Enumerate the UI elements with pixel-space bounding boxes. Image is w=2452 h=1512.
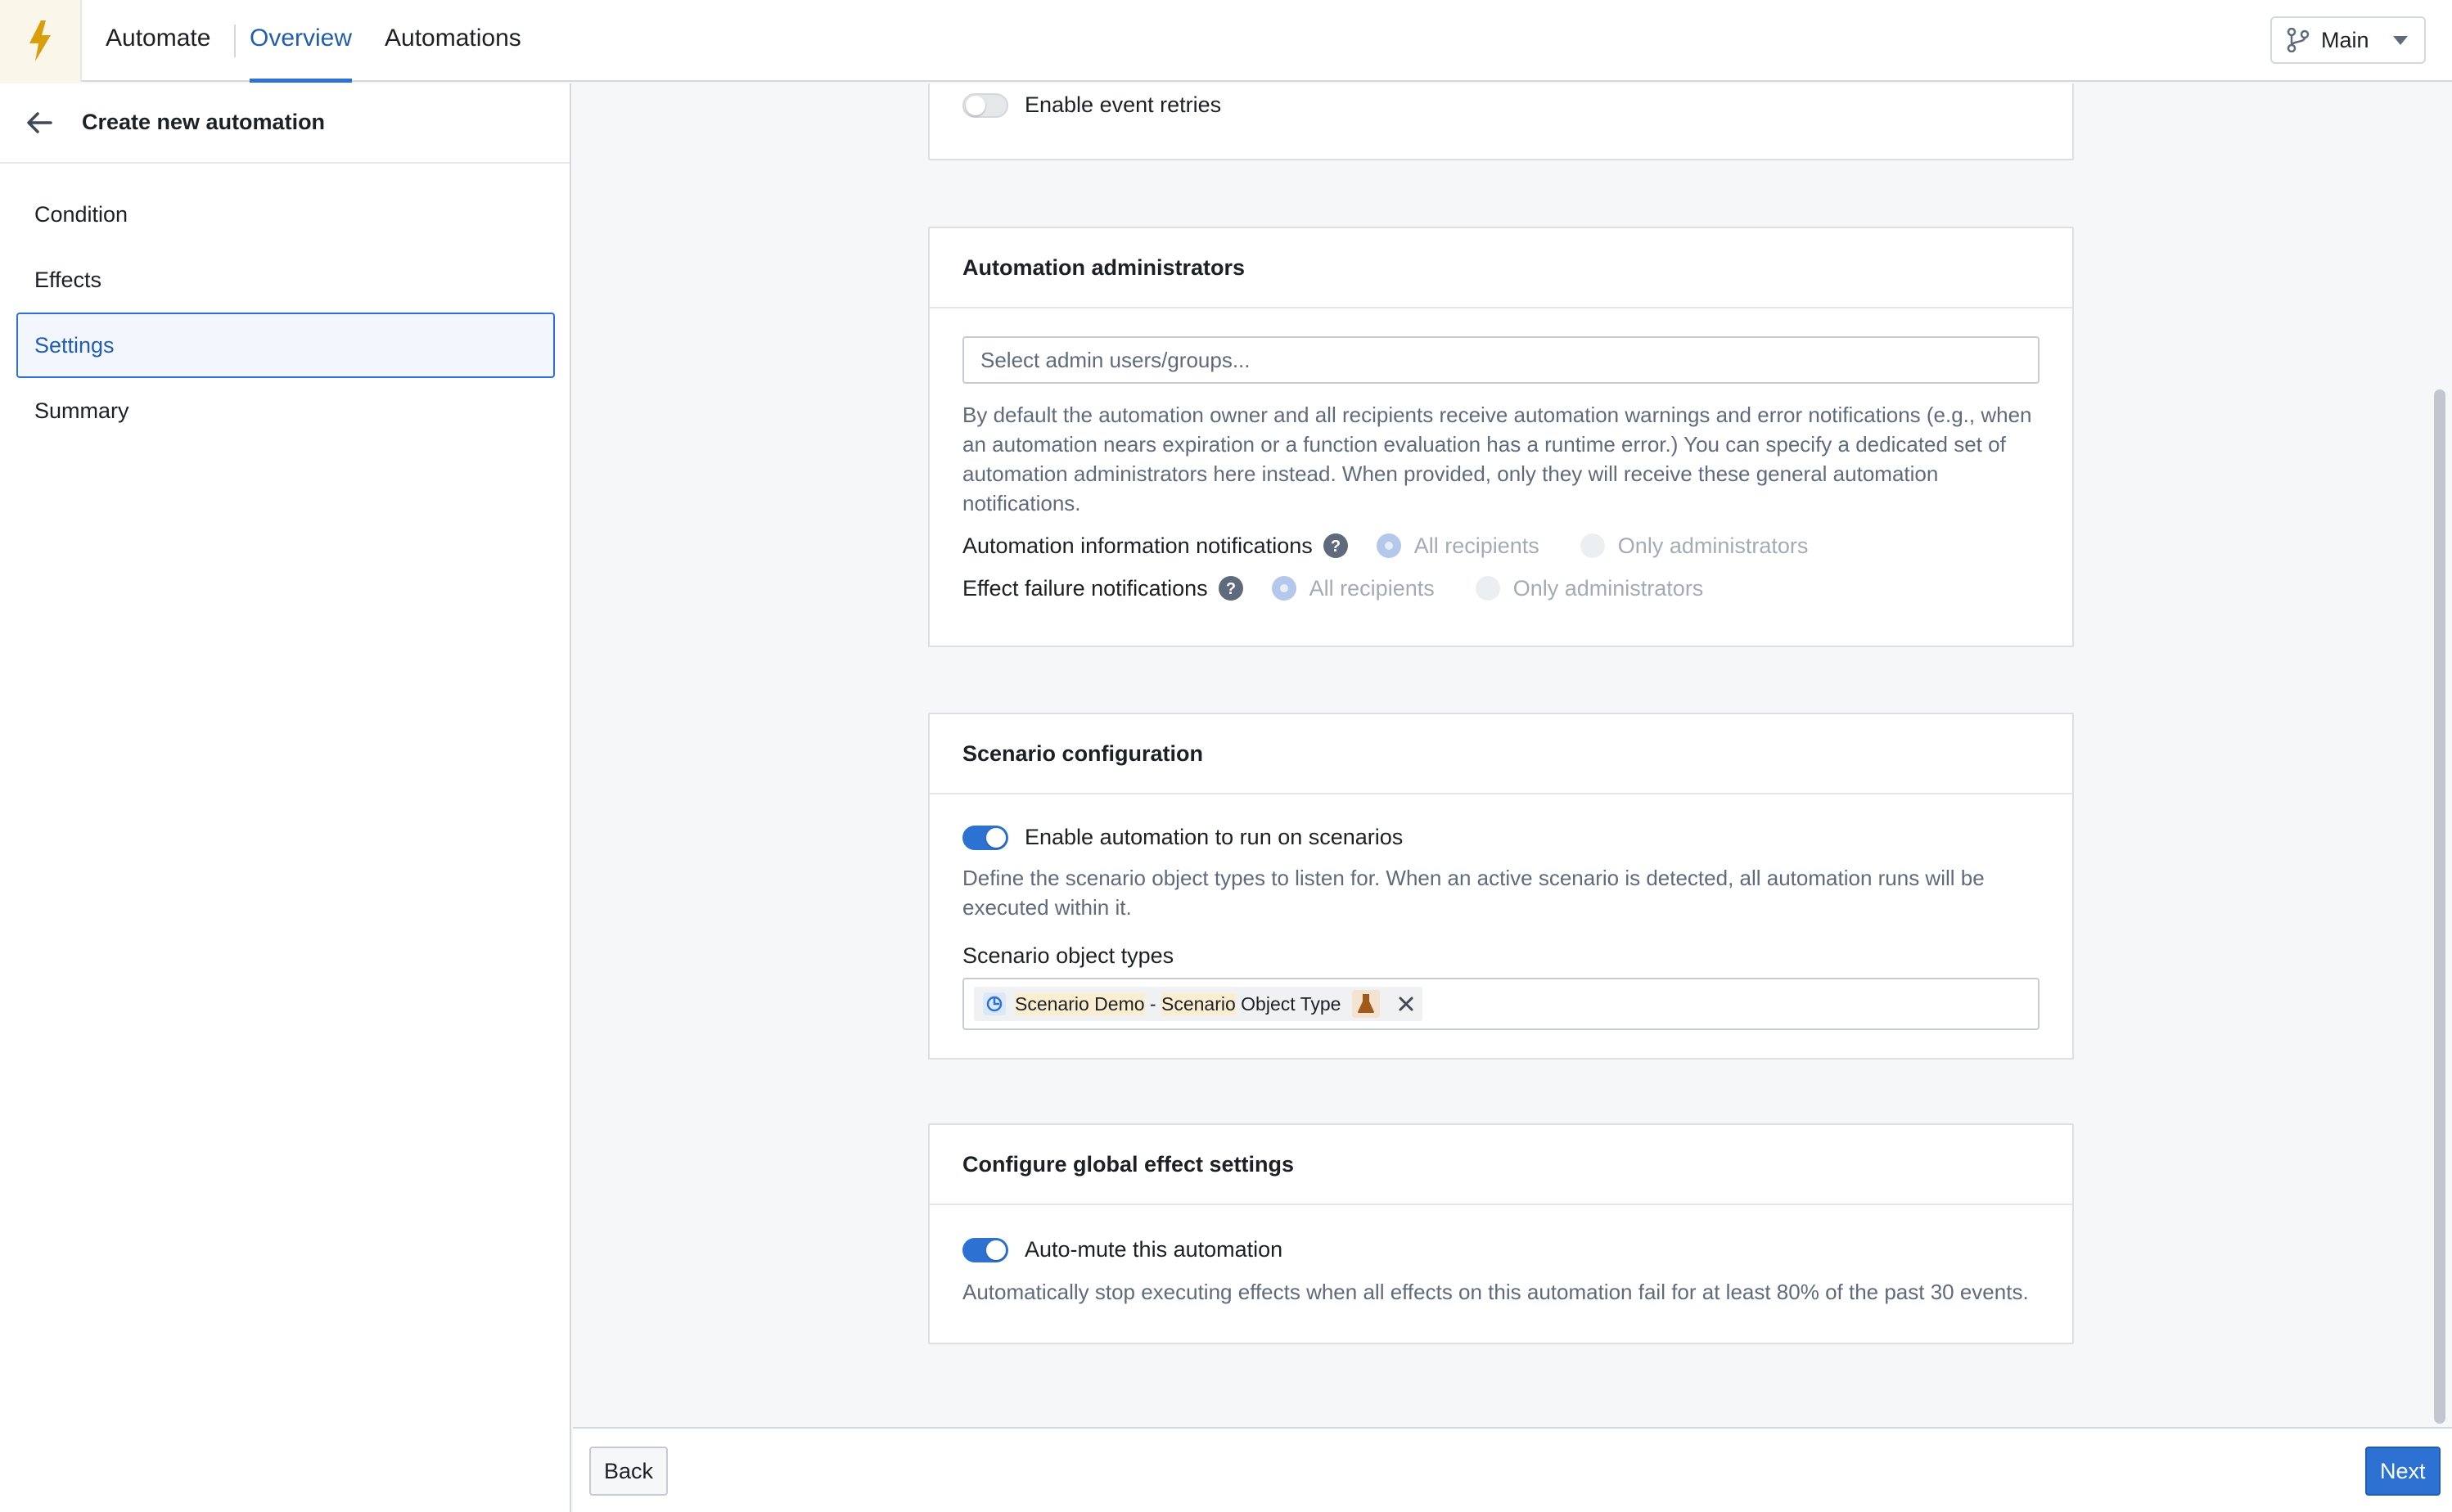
git-branch-icon	[2287, 28, 2310, 52]
svg-text:?: ?	[1226, 580, 1236, 598]
scenario-toggle[interactable]	[962, 826, 1008, 850]
tab-overview[interactable]: Overview	[250, 25, 353, 83]
global-effect-card: Configure global effect settings Auto-mu…	[928, 1123, 2074, 1344]
sidebar: Create new automation Condition Effects …	[0, 83, 571, 1512]
top-bar: Automate Overview Automations Main	[0, 0, 2452, 83]
object-type-icon	[983, 992, 1006, 1015]
failure-all-recipients-label: All recipients	[1309, 575, 1435, 601]
flask-icon	[1352, 990, 1381, 1018]
sidebar-item-settings[interactable]: Settings	[16, 313, 555, 378]
remove-tag-icon[interactable]	[1398, 996, 1414, 1012]
failure-all-recipients-radio[interactable]	[1271, 576, 1296, 601]
scenario-card: Scenario configuration Enable automation…	[928, 713, 2074, 1060]
effect-failure-row: Effect failure notifications ? All recip…	[962, 574, 1703, 603]
footer-bar: Back Next	[573, 1427, 2452, 1512]
auto-mute-label: Auto-mute this automation	[1025, 1237, 1283, 1262]
admins-card-title: Automation administrators	[930, 228, 2072, 308]
scenario-toggle-label: Enable automation to run on scenarios	[1025, 825, 1404, 849]
info-only-admins-label: Only administrators	[1617, 533, 1809, 558]
info-all-recipients-radio[interactable]	[1376, 533, 1401, 558]
app-logo[interactable]	[0, 0, 82, 82]
sidebar-item-summary[interactable]: Summary	[16, 378, 555, 443]
failure-only-admins-radio[interactable]	[1475, 576, 1500, 601]
tag-text-separator: -	[1144, 992, 1161, 1015]
sidebar-item-condition[interactable]: Condition	[16, 182, 555, 247]
info-notifications-label: Automation information notifications	[962, 533, 1313, 558]
svg-text:?: ?	[1331, 538, 1341, 556]
event-retries-label: Enable event retries	[1025, 92, 1222, 117]
tab-automations[interactable]: Automations	[385, 25, 521, 52]
tag-text-part2: Scenario	[1161, 992, 1236, 1015]
event-retries-toggle[interactable]	[962, 93, 1008, 118]
tag-text-part3: Object Type	[1235, 992, 1341, 1015]
back-button[interactable]: Back	[589, 1447, 669, 1496]
auto-mute-description: Automatically stop executing effects whe…	[962, 1280, 2029, 1304]
admin-select-input[interactable]: Select admin users/groups...	[962, 336, 2040, 384]
object-type-tag: Scenario Demo - Scenario Object Type	[974, 987, 1423, 1021]
next-button[interactable]: Next	[2365, 1447, 2441, 1496]
admins-description: By default the automation owner and all …	[962, 403, 2032, 515]
sidebar-title: Create new automation	[82, 110, 326, 134]
sidebar-header: Create new automation	[0, 83, 570, 164]
scenario-description: Define the scenario object types to list…	[962, 866, 1985, 920]
scenario-object-types-input[interactable]: Scenario Demo - Scenario Object Type	[962, 978, 2040, 1030]
help-icon[interactable]: ?	[1323, 533, 1349, 559]
main-content: Enable event retries Automation administ…	[573, 83, 2452, 1427]
admins-card: Automation administrators Select admin u…	[928, 227, 2074, 647]
scenario-card-title: Scenario configuration	[930, 714, 2072, 794]
help-icon[interactable]: ?	[1218, 575, 1244, 601]
branch-selector-button[interactable]: Main	[2270, 16, 2426, 64]
app-name: Automate	[106, 25, 211, 52]
info-notifications-row: Automation information notifications ? A…	[962, 531, 1808, 560]
tag-text-part1: Scenario Demo	[1015, 992, 1145, 1015]
info-only-admins-radio[interactable]	[1580, 533, 1605, 558]
sidebar-item-effects[interactable]: Effects	[16, 247, 555, 313]
nav-divider	[234, 25, 236, 57]
lightning-bolt-icon	[29, 20, 51, 61]
auto-mute-toggle[interactable]	[962, 1238, 1008, 1262]
retries-card: Enable event retries	[928, 83, 2074, 160]
info-all-recipients-label: All recipients	[1413, 533, 1539, 558]
scenario-object-types-label: Scenario object types	[962, 943, 1174, 968]
caret-down-icon	[2393, 36, 2408, 45]
scrollbar-thumb[interactable]	[2434, 389, 2445, 1424]
global-effect-card-title: Configure global effect settings	[930, 1125, 2072, 1205]
effect-failure-label: Effect failure notifications	[962, 575, 1208, 601]
arrow-left-icon[interactable]	[26, 111, 52, 134]
failure-only-admins-label: Only administrators	[1512, 575, 1704, 601]
branch-label: Main	[2321, 27, 2369, 52]
